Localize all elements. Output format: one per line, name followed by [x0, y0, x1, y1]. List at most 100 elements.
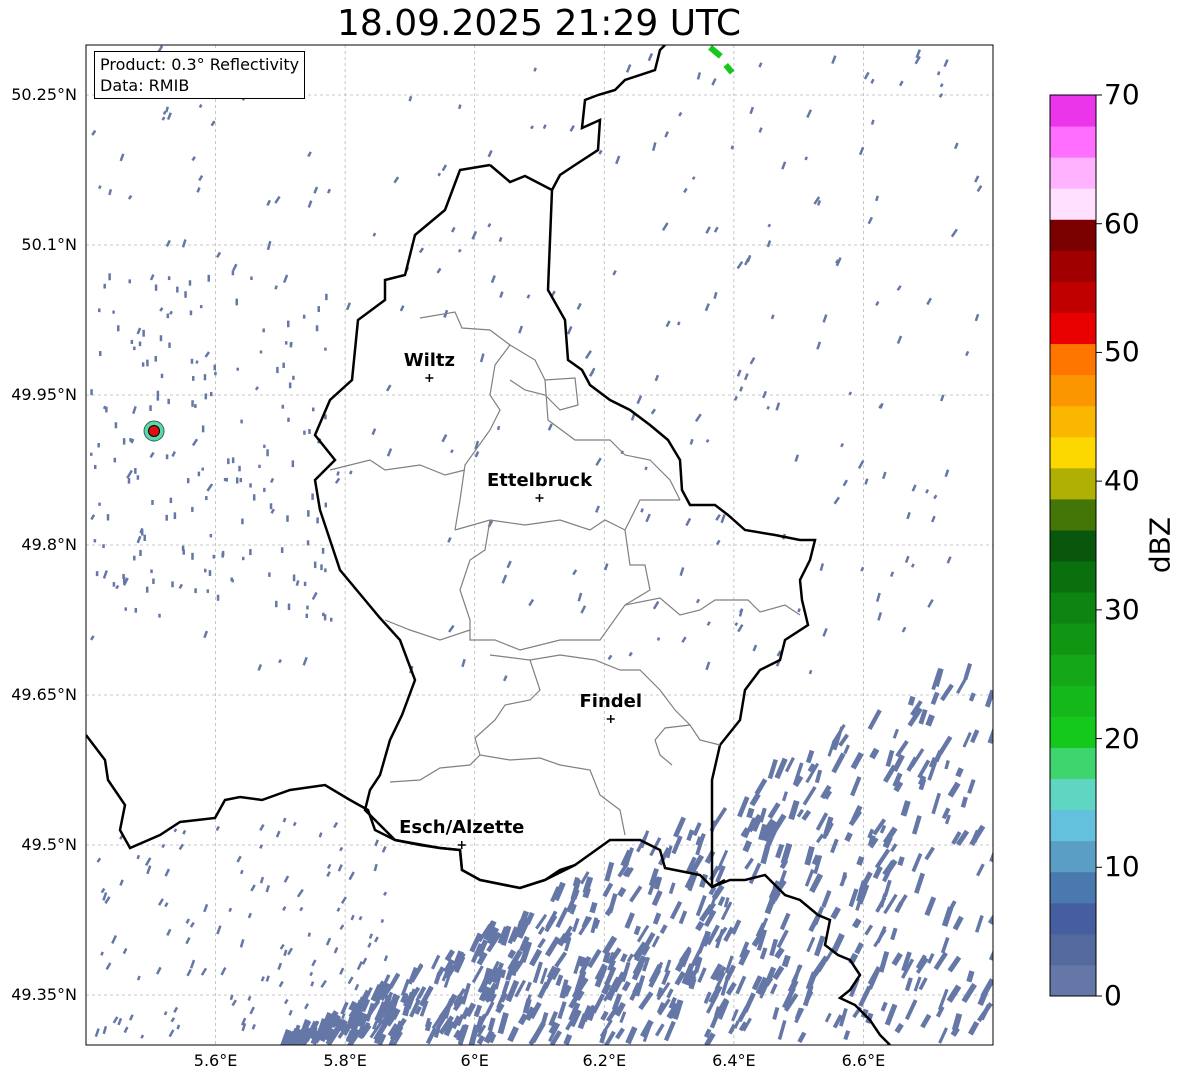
radar-echo [210, 120, 216, 127]
radar-echo [208, 570, 212, 576]
radar-echo [436, 966, 446, 977]
colorbar-segment [1050, 467, 1096, 500]
radar-echo [122, 576, 126, 584]
radar-echo [444, 949, 456, 962]
radar-echo [737, 624, 744, 633]
radar-echo [895, 739, 909, 758]
radar-echo [154, 284, 158, 291]
radar-echo [240, 419, 243, 424]
radar-echo [441, 434, 448, 443]
radar-echo [577, 592, 583, 602]
radar-echo [570, 878, 582, 901]
colorbar-segment [1050, 809, 1096, 842]
radar-echo [967, 779, 976, 794]
radar-echo [229, 994, 234, 1001]
radar-echo [311, 959, 317, 967]
radar-echo [746, 807, 755, 819]
radar-echo [713, 226, 719, 233]
radar-echo [457, 104, 462, 110]
radar-echo [323, 614, 327, 621]
radar-echo [130, 339, 134, 345]
radar-echo [696, 72, 702, 80]
radar-echo [705, 226, 711, 234]
radar-echo [102, 1025, 108, 1035]
radar-echo [315, 325, 319, 332]
canton-borders [329, 311, 801, 836]
radar-echo [651, 142, 657, 152]
radar-echo [312, 407, 315, 412]
radar-echo [770, 983, 778, 995]
radar-echo [870, 78, 875, 84]
radar-echo [824, 1012, 832, 1023]
colorbar-tick-label: 60 [1104, 206, 1140, 240]
radar-echo [167, 276, 171, 281]
radar-echo [537, 937, 546, 949]
radar-echo [166, 112, 172, 121]
radar-echo [166, 928, 172, 936]
radar-echo [885, 749, 895, 768]
radar-echo [340, 1001, 349, 1015]
radar-echo [124, 607, 127, 611]
radar-echo [584, 350, 592, 359]
radar-echo [976, 863, 985, 877]
radar-echo [156, 390, 160, 396]
radar-echo [274, 285, 278, 290]
radar-echo [499, 291, 504, 298]
colorbar-tick-label: 10 [1104, 850, 1140, 884]
colorbar-segment [1050, 623, 1096, 655]
radar-echo [122, 438, 126, 445]
radar-echo [115, 584, 120, 590]
colorbar-segment [1050, 312, 1096, 345]
radar-echo [383, 955, 389, 962]
radar-echo [284, 998, 289, 1005]
radar-echo [965, 350, 970, 357]
radar-echo [880, 1001, 888, 1012]
radar-echo [117, 325, 120, 332]
radar-echo [767, 223, 772, 228]
radar-echo [760, 845, 771, 865]
colorbar-segment [1050, 157, 1096, 189]
radar-echo [105, 962, 112, 970]
radar-echo [436, 267, 442, 274]
radar-echo [656, 637, 661, 641]
radar-echo [111, 934, 118, 944]
radar-echo [474, 450, 480, 458]
radar-echo [236, 367, 239, 371]
radar-echo [259, 876, 265, 884]
radar-echo [530, 1021, 546, 1044]
radar-echo [228, 907, 233, 913]
radar-echo [867, 216, 873, 225]
radar-echo [743, 373, 749, 381]
radar-echo [604, 563, 609, 571]
radar-echo [863, 71, 870, 80]
radar-echo [664, 959, 672, 973]
radar-echo [282, 906, 287, 911]
radar-echo [781, 791, 788, 802]
radar-echo [106, 514, 110, 521]
radar-echo [542, 124, 547, 130]
colorbar-tick-label: 0 [1104, 979, 1122, 1012]
radar-echo [165, 239, 171, 247]
radar-echo [158, 613, 161, 618]
radar-echo [569, 124, 575, 132]
radar-echo [764, 898, 776, 915]
data-source-label: Data: RMIB [100, 76, 190, 95]
radar-echo [168, 342, 171, 348]
radar-echo [306, 605, 309, 610]
radar-echo [830, 906, 841, 920]
radar-echo [604, 861, 615, 882]
radar-echo [987, 911, 993, 926]
radar-echo [146, 865, 152, 875]
radar-echo [311, 591, 318, 601]
radar-echo [896, 335, 903, 344]
radar-echo [203, 374, 207, 381]
radar-echo [154, 356, 158, 362]
radar-echo [554, 951, 568, 968]
radar-echo [669, 900, 683, 920]
colorbar-segment [1050, 188, 1096, 220]
radar-echo [321, 547, 325, 554]
radar-echo [307, 932, 312, 937]
radar-echo [303, 430, 306, 435]
radar-echo [749, 792, 761, 807]
radar-echo [283, 875, 290, 883]
